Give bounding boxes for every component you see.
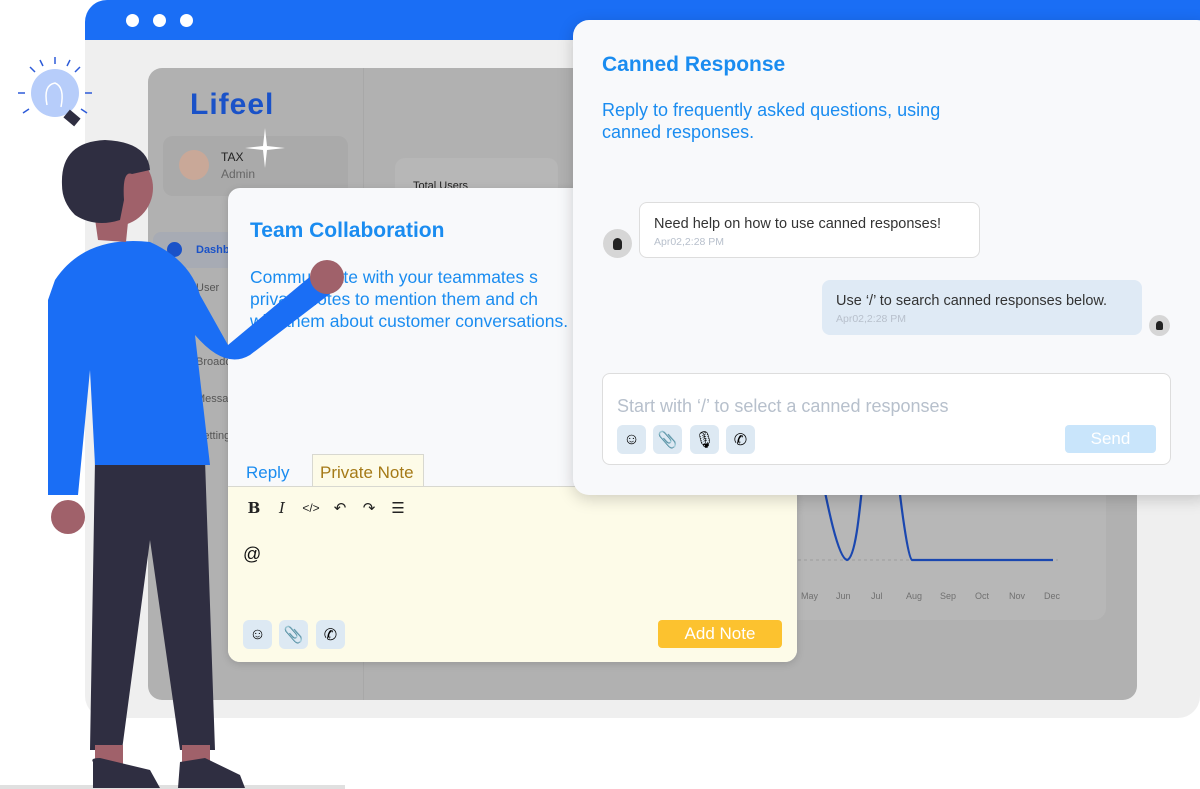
message-time: Apr02,2:28 PM: [654, 236, 725, 248]
month-label: Jun: [836, 591, 851, 601]
month-label: May: [801, 591, 819, 601]
message-bubble-outgoing: Use ‘/’ to search canned responses below…: [822, 280, 1142, 335]
window-dot: [180, 14, 193, 27]
month-label: Sep: [940, 591, 957, 601]
card-description: Reply to frequently asked questions, usi…: [602, 100, 941, 142]
canned-response-input[interactable]: Start with ‘/’ to select a canned respon…: [602, 373, 1171, 465]
month-label: Aug: [906, 591, 923, 601]
redo-icon[interactable]: ↷: [359, 499, 379, 517]
lightbulb-icon: [18, 57, 92, 127]
send-button[interactable]: Send: [1065, 425, 1156, 453]
user-avatar-icon: [603, 229, 632, 258]
logo: Lifeel: [190, 88, 275, 121]
whatsapp-icon[interactable]: ✆: [726, 425, 755, 454]
message-text: Use ‘/’ to search canned responses below…: [836, 293, 1108, 309]
card-title: Canned Response: [602, 53, 786, 76]
month-label: Oct: [975, 591, 990, 601]
month-label: Nov: [1009, 591, 1026, 601]
message-text: Need help on how to use canned responses…: [654, 216, 941, 232]
agent-avatar-icon: [1149, 315, 1170, 336]
add-note-button[interactable]: Add Note: [658, 620, 782, 648]
emoji-icon[interactable]: ☺: [617, 425, 646, 454]
window-dot: [126, 14, 139, 27]
message-time: Apr02,2:28 PM: [836, 313, 907, 325]
month-label: Dec: [1044, 591, 1061, 601]
attachment-icon[interactable]: 📎: [653, 425, 682, 454]
message-bubble-incoming: Need help on how to use canned responses…: [639, 202, 980, 258]
canned-response-card: Canned Response Reply to frequently aske…: [573, 20, 1200, 495]
list-icon[interactable]: ☰: [388, 499, 408, 517]
month-label: Jul: [871, 591, 883, 601]
window-dot: [153, 14, 166, 27]
person-illustration: [0, 140, 345, 789]
input-placeholder: Start with ‘/’ to select a canned respon…: [617, 396, 949, 416]
microphone-icon[interactable]: 🎙: [690, 425, 719, 454]
